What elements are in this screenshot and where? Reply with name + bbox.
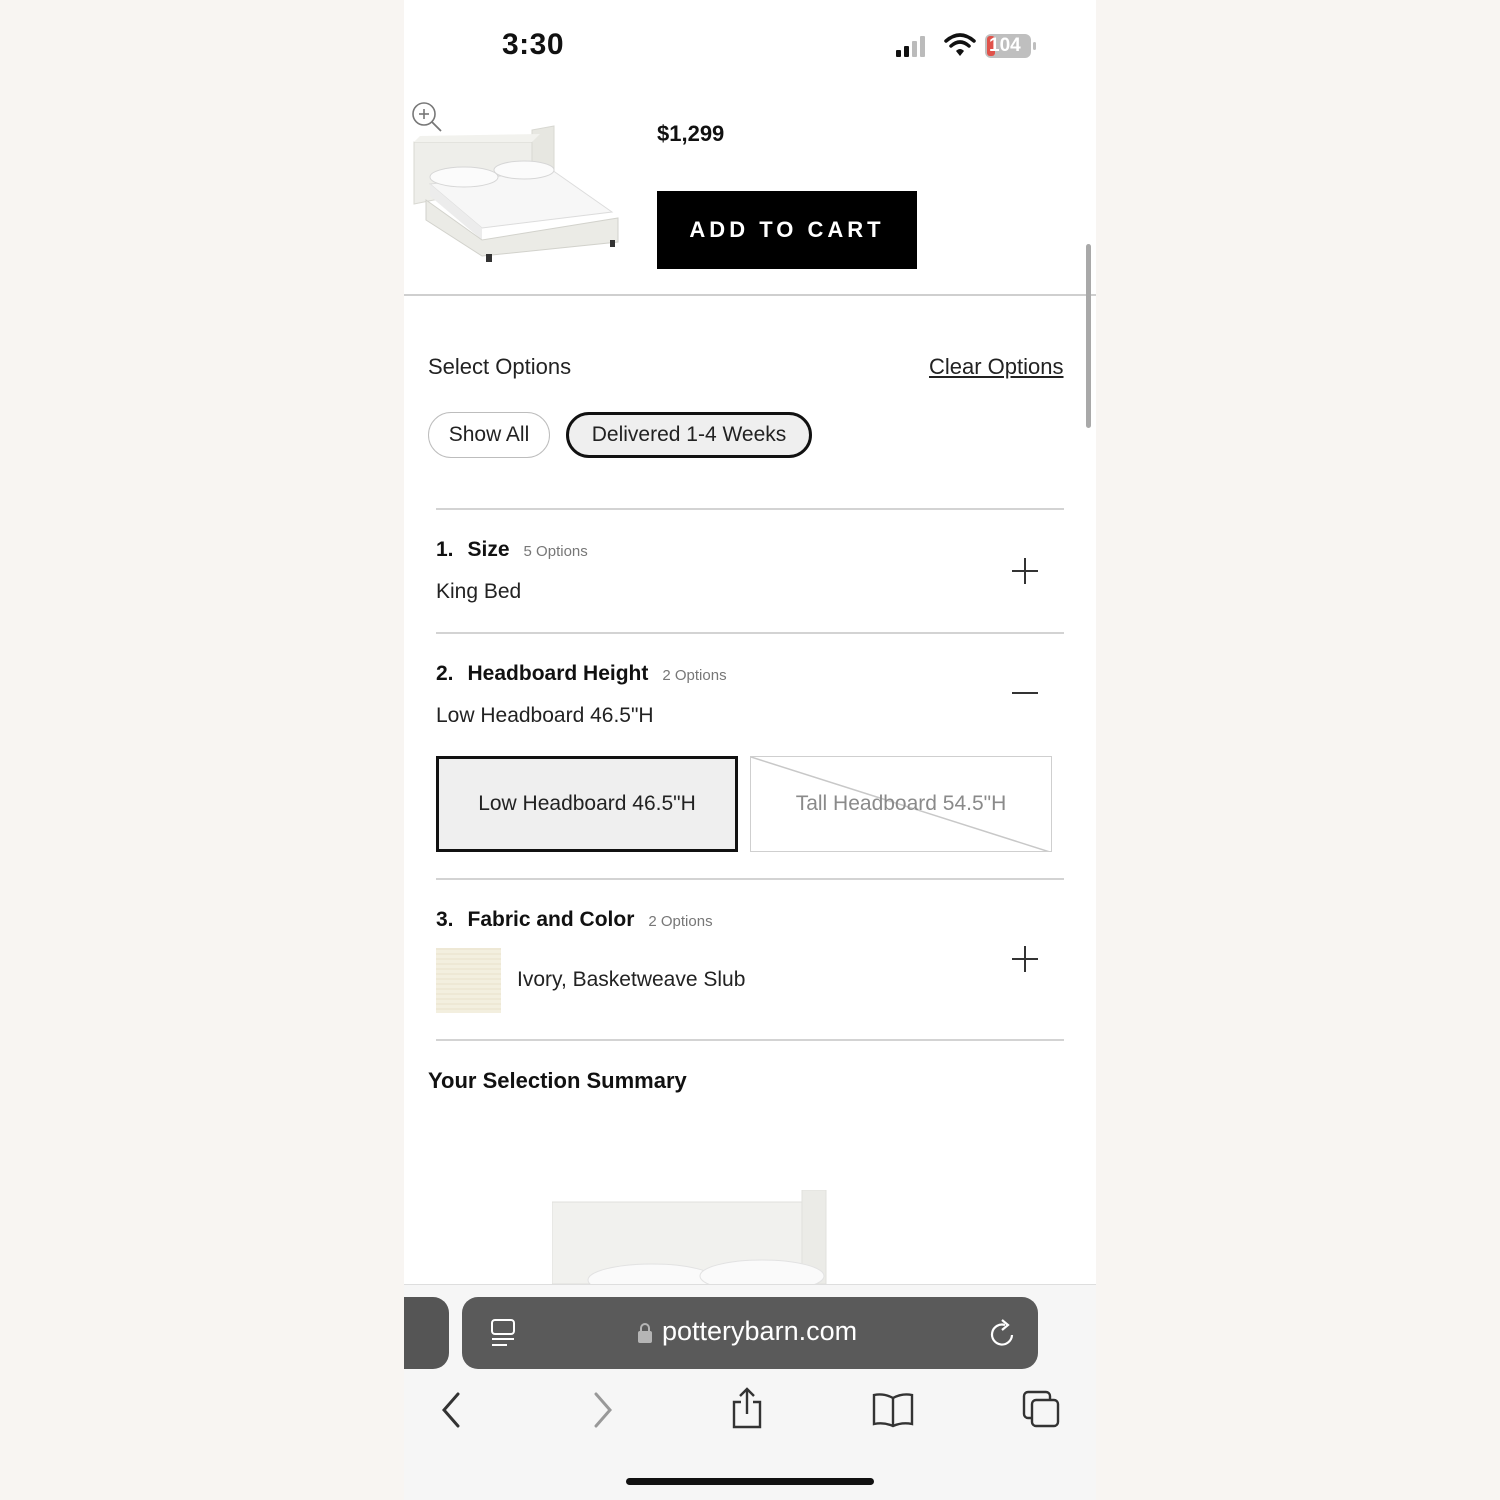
battery-indicator: 104 xyxy=(984,33,1036,59)
forward-icon[interactable] xyxy=(590,1390,614,1430)
option-tall-headboard[interactable]: Tall Headboard 54.5"H xyxy=(750,756,1052,852)
expand-size-icon[interactable] xyxy=(1012,558,1038,584)
size-section-title: Size xyxy=(467,538,510,561)
size-selected-value: King Bed xyxy=(436,580,522,603)
option-low-headboard[interactable]: Low Headboard 46.5"H xyxy=(436,756,738,852)
selection-summary-title: Your Selection Summary xyxy=(428,1068,687,1093)
headboard-section-title: Headboard Height xyxy=(467,662,649,685)
option-tall-headboard-label: Tall Headboard 54.5"H xyxy=(795,792,1007,815)
reload-icon[interactable] xyxy=(988,1318,1018,1350)
phone-screen: 3:30 104 $1,299 ADD TO CART Select Optio… xyxy=(404,0,1096,1500)
header-divider xyxy=(404,294,1096,296)
back-icon[interactable] xyxy=(440,1390,464,1430)
section-divider xyxy=(436,632,1064,634)
clear-options-link[interactable]: Clear Options xyxy=(929,354,1064,380)
filter-delivered-1-4-weeks[interactable]: Delivered 1-4 Weeks xyxy=(566,412,812,458)
section-divider xyxy=(436,508,1064,510)
product-thumbnail[interactable] xyxy=(412,122,622,264)
headboard-selected-value: Low Headboard 46.5"H xyxy=(436,704,654,727)
fabric-selected-value: Ivory, Basketweave Slub xyxy=(517,968,746,991)
lock-icon xyxy=(638,1323,652,1343)
headboard-section-count: 2 Options xyxy=(662,667,727,684)
fabric-section-count: 2 Options xyxy=(648,913,713,930)
home-indicator xyxy=(626,1478,874,1485)
wifi-icon xyxy=(944,33,976,56)
expand-fabric-icon[interactable] xyxy=(1012,946,1038,972)
url-text[interactable]: potterybarn.com xyxy=(662,1316,857,1347)
size-section-number: 1. xyxy=(436,538,454,561)
fabric-swatch xyxy=(436,948,501,1013)
tabs-icon[interactable] xyxy=(1022,1390,1062,1430)
cellular-signal-icon xyxy=(896,36,925,57)
filter-show-all[interactable]: Show All xyxy=(428,412,550,458)
status-time: 3:30 xyxy=(502,28,565,61)
summary-product-image xyxy=(552,1190,827,1284)
collapse-headboard-icon[interactable] xyxy=(1012,680,1038,706)
section-divider xyxy=(436,1039,1064,1041)
share-icon[interactable] xyxy=(730,1386,764,1430)
size-section-count: 5 Options xyxy=(523,543,588,560)
section-divider xyxy=(436,878,1064,880)
bookmarks-icon[interactable] xyxy=(872,1392,914,1428)
page-menu-icon[interactable] xyxy=(489,1318,519,1350)
previous-tab-preview[interactable] xyxy=(404,1297,449,1369)
battery-level: 104 xyxy=(989,35,1021,56)
product-price: $1,299 xyxy=(657,121,725,146)
add-to-cart-button[interactable]: ADD TO CART xyxy=(657,191,917,269)
fabric-section-title: Fabric and Color xyxy=(467,908,635,931)
headboard-section-number: 2. xyxy=(436,662,454,685)
page-scrollbar[interactable] xyxy=(1086,244,1091,428)
fabric-section-number: 3. xyxy=(436,908,454,931)
select-options-heading: Select Options xyxy=(428,354,572,379)
